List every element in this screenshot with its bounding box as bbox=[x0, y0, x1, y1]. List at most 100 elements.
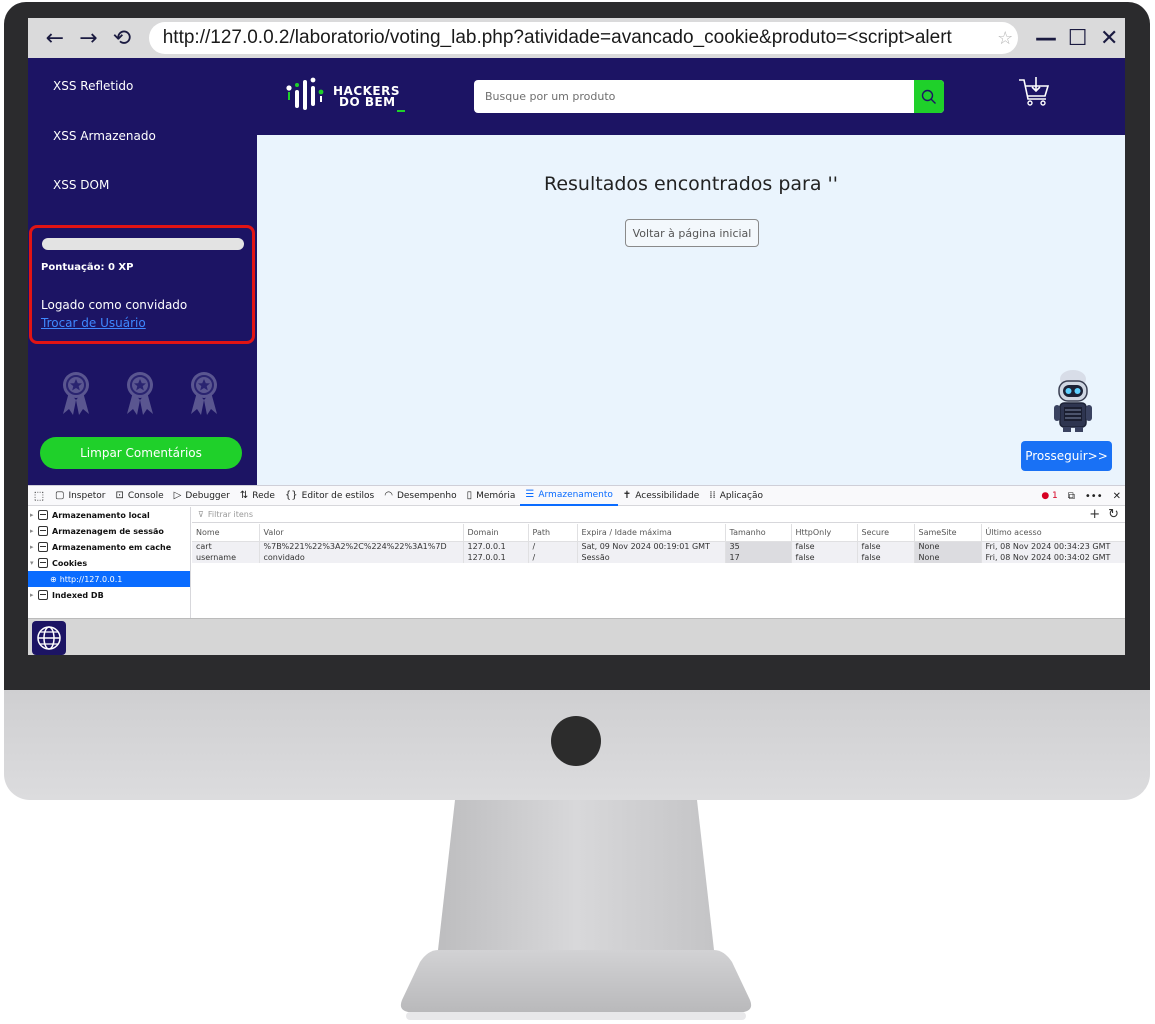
collapse-arrow-icon: ▾ bbox=[30, 559, 34, 567]
forward-arrow-icon[interactable]: → bbox=[72, 26, 106, 51]
tab-editor-de-estilos[interactable]: {} Editor de estilos bbox=[280, 486, 379, 506]
storage-tree: ▸ Armazenamento local ▸ Armazenagem de ses… bbox=[28, 507, 191, 619]
proceed-button[interactable]: Prosseguir>> bbox=[1021, 441, 1112, 471]
tab-rede[interactable]: ⇅ Rede bbox=[235, 486, 280, 506]
column-header[interactable]: Nome bbox=[192, 524, 260, 542]
memory-icon: ▯ bbox=[466, 490, 473, 501]
console-icon: ⊡ bbox=[115, 490, 124, 501]
site-logo[interactable]: HACKERS DO BEM bbox=[285, 76, 415, 116]
tree-item-label: Indexed DB bbox=[52, 590, 104, 600]
table-cell: 17 bbox=[725, 552, 792, 563]
tab-desempenho[interactable]: ◠ Desempenho bbox=[379, 486, 461, 506]
add-item-icon[interactable]: + bbox=[1089, 507, 1100, 523]
table-cell: Sat, 09 Nov 2024 00:19:01 GMT bbox=[577, 541, 726, 552]
filter-bar[interactable]: ⊽ Filtrar itens + ↻ bbox=[192, 507, 1125, 523]
column-header[interactable]: Último acesso bbox=[981, 524, 1125, 542]
tab-debugger[interactable]: ▷ Debugger bbox=[169, 486, 235, 506]
table-cell: false bbox=[857, 541, 915, 552]
storage-icon: ☰ bbox=[525, 489, 535, 500]
maximize-icon[interactable]: ☐ bbox=[1062, 26, 1094, 51]
refresh-icon[interactable]: ↻ bbox=[1108, 507, 1119, 523]
search-input[interactable] bbox=[474, 80, 914, 113]
score-label: Pontuação: 0 XP bbox=[41, 262, 134, 273]
column-header[interactable]: Path bbox=[528, 524, 578, 542]
table-cell: 127.0.0.1 bbox=[463, 552, 529, 563]
network-icon: ⇅ bbox=[239, 490, 249, 501]
table-cell: Fri, 08 Nov 2024 00:34:02 GMT bbox=[981, 552, 1125, 563]
table-cell: None bbox=[914, 552, 982, 563]
column-header[interactable]: Tamanho bbox=[725, 524, 792, 542]
table-cell: false bbox=[791, 552, 858, 563]
tree-item-cookies[interactable]: ▾ Cookies bbox=[28, 555, 190, 571]
element-picker-icon[interactable]: ⬚ bbox=[28, 486, 50, 506]
bookmark-star-icon[interactable]: ☆ bbox=[992, 28, 1018, 49]
sidebar-item-xss-refletido[interactable]: XSS Refletido bbox=[53, 79, 133, 93]
reload-icon[interactable]: ⟲ bbox=[105, 26, 139, 51]
table-cell: cart bbox=[192, 541, 260, 552]
tree-item-session-storage[interactable]: ▸ Armazenagem de sessão bbox=[28, 523, 190, 539]
back-home-button[interactable]: Voltar à página inicial bbox=[625, 219, 759, 247]
award-badge-icon bbox=[63, 372, 89, 415]
column-header[interactable]: Secure bbox=[857, 524, 915, 542]
tree-item-local-storage[interactable]: ▸ Armazenamento local bbox=[28, 507, 190, 523]
web-page: XSS Refletido XSS Armazenado XSS DOM Pon… bbox=[28, 58, 1125, 485]
tab-acessibilidade[interactable]: ✝ Acessibilidade bbox=[618, 486, 704, 506]
score-panel: Pontuação: 0 XP Logado como convidado Tr… bbox=[29, 225, 255, 344]
filter-placeholder: Filtrar itens bbox=[207, 510, 254, 519]
expand-arrow-icon: ▸ bbox=[30, 543, 34, 551]
tab-memoria[interactable]: ▯ Memória bbox=[462, 486, 521, 506]
close-icon[interactable]: ✕ bbox=[1093, 26, 1125, 51]
results-title: Resultados encontrados para '' bbox=[544, 173, 838, 195]
tab-console[interactable]: ⊡ Console bbox=[111, 486, 169, 506]
tab-label: Armazenamento bbox=[538, 489, 613, 500]
column-header[interactable]: Domain bbox=[463, 524, 529, 542]
table-row[interactable]: username convidado 127.0.0.1 / Sessão 17… bbox=[192, 552, 1125, 563]
storage-db-icon bbox=[38, 542, 48, 552]
tab-label: Acessibilidade bbox=[635, 490, 700, 501]
expand-arrow-icon: ▸ bbox=[30, 591, 34, 599]
column-header[interactable]: Valor bbox=[259, 524, 464, 542]
dock-side-icon[interactable]: ⧉ bbox=[1068, 491, 1075, 502]
tree-item-cache-storage[interactable]: ▸ Armazenamento em cache bbox=[28, 539, 190, 555]
table-cell: Fri, 08 Nov 2024 00:34:23 GMT bbox=[981, 541, 1125, 552]
address-bar[interactable]: http://127.0.0.2/laboratorio/voting_lab.… bbox=[148, 22, 1019, 54]
search-button[interactable] bbox=[914, 80, 944, 113]
table-row[interactable]: cart %7B%221%22%3A2%2C%224%22%3A1%7D 127… bbox=[192, 541, 1125, 552]
column-header[interactable]: Expira / Idade máxima bbox=[577, 524, 726, 542]
table-cell: / bbox=[528, 541, 578, 552]
storage-db-icon bbox=[38, 590, 48, 600]
close-devtools-icon[interactable]: ✕ bbox=[1113, 491, 1121, 502]
logo-equalizer-icon bbox=[286, 77, 324, 110]
back-arrow-icon[interactable]: ← bbox=[38, 26, 72, 51]
clear-comments-button[interactable]: Limpar Comentários bbox=[40, 437, 242, 469]
sidebar-item-xss-armazenado[interactable]: XSS Armazenado bbox=[53, 129, 156, 143]
error-count-badge[interactable]: ● 1 bbox=[1041, 491, 1057, 501]
address-bar-url[interactable]: http://127.0.0.2/laboratorio/voting_lab.… bbox=[163, 27, 992, 49]
tab-aplicacao[interactable]: ⁞⁞ Aplicação bbox=[704, 486, 768, 506]
filter-icon: ⊽ bbox=[198, 510, 204, 519]
search-box bbox=[474, 80, 944, 113]
tab-label: Inspetor bbox=[68, 490, 106, 501]
table-cell: None bbox=[914, 541, 982, 552]
column-header[interactable]: SameSite bbox=[914, 524, 982, 542]
shopping-cart-icon[interactable] bbox=[1017, 75, 1051, 109]
storage-db-icon bbox=[38, 558, 48, 568]
taskbar-browser-button[interactable] bbox=[32, 621, 66, 655]
style-editor-icon: {} bbox=[284, 490, 298, 501]
table-cell: 35 bbox=[725, 541, 792, 552]
table-header-row: Nome Valor Domain Path Expira / Idade má… bbox=[192, 524, 1125, 542]
table-cell: 127.0.0.1 bbox=[463, 541, 529, 552]
tab-label: Aplicação bbox=[719, 490, 763, 501]
switch-user-link[interactable]: Trocar de Usuário bbox=[41, 316, 146, 330]
tree-item-cookie-origin[interactable]: ⊕ http://127.0.0.1 bbox=[28, 571, 190, 587]
minimize-icon[interactable]: — bbox=[1030, 26, 1062, 51]
column-header[interactable]: HttpOnly bbox=[791, 524, 858, 542]
devtools-toolbar: ⬚ ▢ Inspetor ⊡ Console ▷ Debugger ⇅ Rede {} E… bbox=[28, 486, 1125, 506]
logo-line-2: DO BEM bbox=[339, 95, 396, 109]
tab-armazenamento[interactable]: ☰ Armazenamento bbox=[520, 486, 618, 506]
tree-item-indexed-db[interactable]: ▸ Indexed DB bbox=[28, 587, 190, 603]
more-options-icon[interactable]: ••• bbox=[1085, 491, 1103, 502]
sidebar-item-xss-dom[interactable]: XSS DOM bbox=[53, 178, 109, 192]
tree-item-label: Armazenamento em cache bbox=[52, 542, 172, 552]
tab-inspetor[interactable]: ▢ Inspetor bbox=[50, 486, 111, 506]
